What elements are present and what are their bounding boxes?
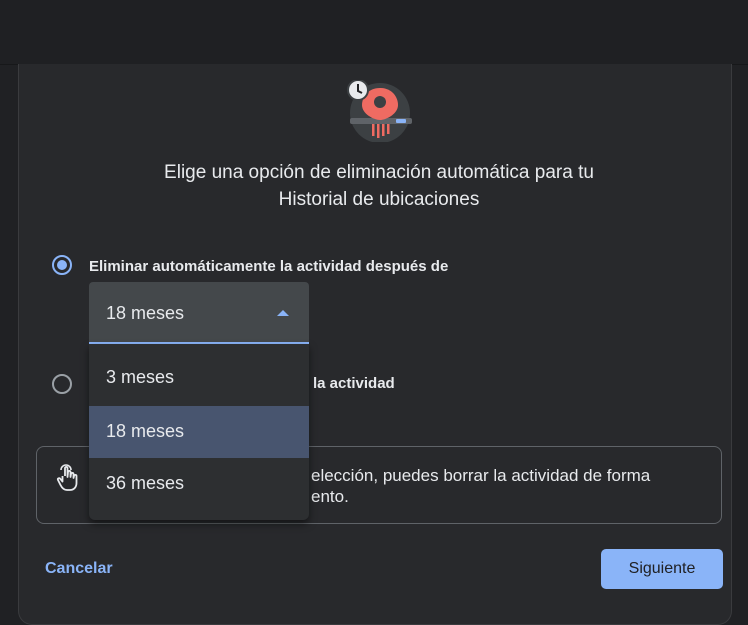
info-notice-line-1: elección, puedes borrar la actividad de … bbox=[311, 466, 651, 485]
duration-menu: 3 meses 18 meses 36 meses bbox=[89, 344, 309, 520]
top-bar bbox=[0, 0, 748, 65]
duration-select[interactable]: 18 meses bbox=[89, 282, 309, 344]
auto-delete-radio[interactable] bbox=[52, 255, 72, 275]
menu-item-18-meses[interactable]: 18 meses bbox=[89, 406, 309, 458]
menu-item-label: 36 meses bbox=[106, 473, 185, 493]
dialog-title-line-1: Elige una opción de eliminación automáti… bbox=[164, 162, 594, 183]
dialog-title: Elige una opción de eliminación automáti… bbox=[100, 159, 658, 213]
duration-select-value: 18 meses bbox=[106, 303, 185, 323]
cancel-button[interactable]: Cancelar bbox=[45, 560, 113, 578]
location-history-autodelete-icon bbox=[346, 79, 414, 143]
keep-activity-option-label[interactable]: la actividad bbox=[313, 375, 395, 392]
info-notice-text: elección, puedes borrar la actividad de … bbox=[311, 465, 650, 507]
arrow-up-icon bbox=[277, 310, 289, 316]
info-notice-line-2: ento. bbox=[311, 487, 349, 506]
radio-selected-dot bbox=[57, 260, 67, 270]
auto-delete-option-label[interactable]: Eliminar automáticamente la actividad de… bbox=[89, 258, 448, 275]
next-button[interactable]: Siguiente bbox=[601, 549, 723, 589]
keep-activity-radio[interactable] bbox=[52, 374, 72, 394]
menu-item-36-meses[interactable]: 36 meses bbox=[89, 458, 309, 510]
menu-item-3-meses[interactable]: 3 meses bbox=[89, 352, 309, 404]
menu-item-label: 18 meses bbox=[106, 421, 185, 441]
dialog-title-line-2: Historial de ubicaciones bbox=[278, 189, 480, 210]
menu-item-label: 3 meses bbox=[106, 367, 175, 387]
touch-hand-icon bbox=[55, 464, 81, 492]
